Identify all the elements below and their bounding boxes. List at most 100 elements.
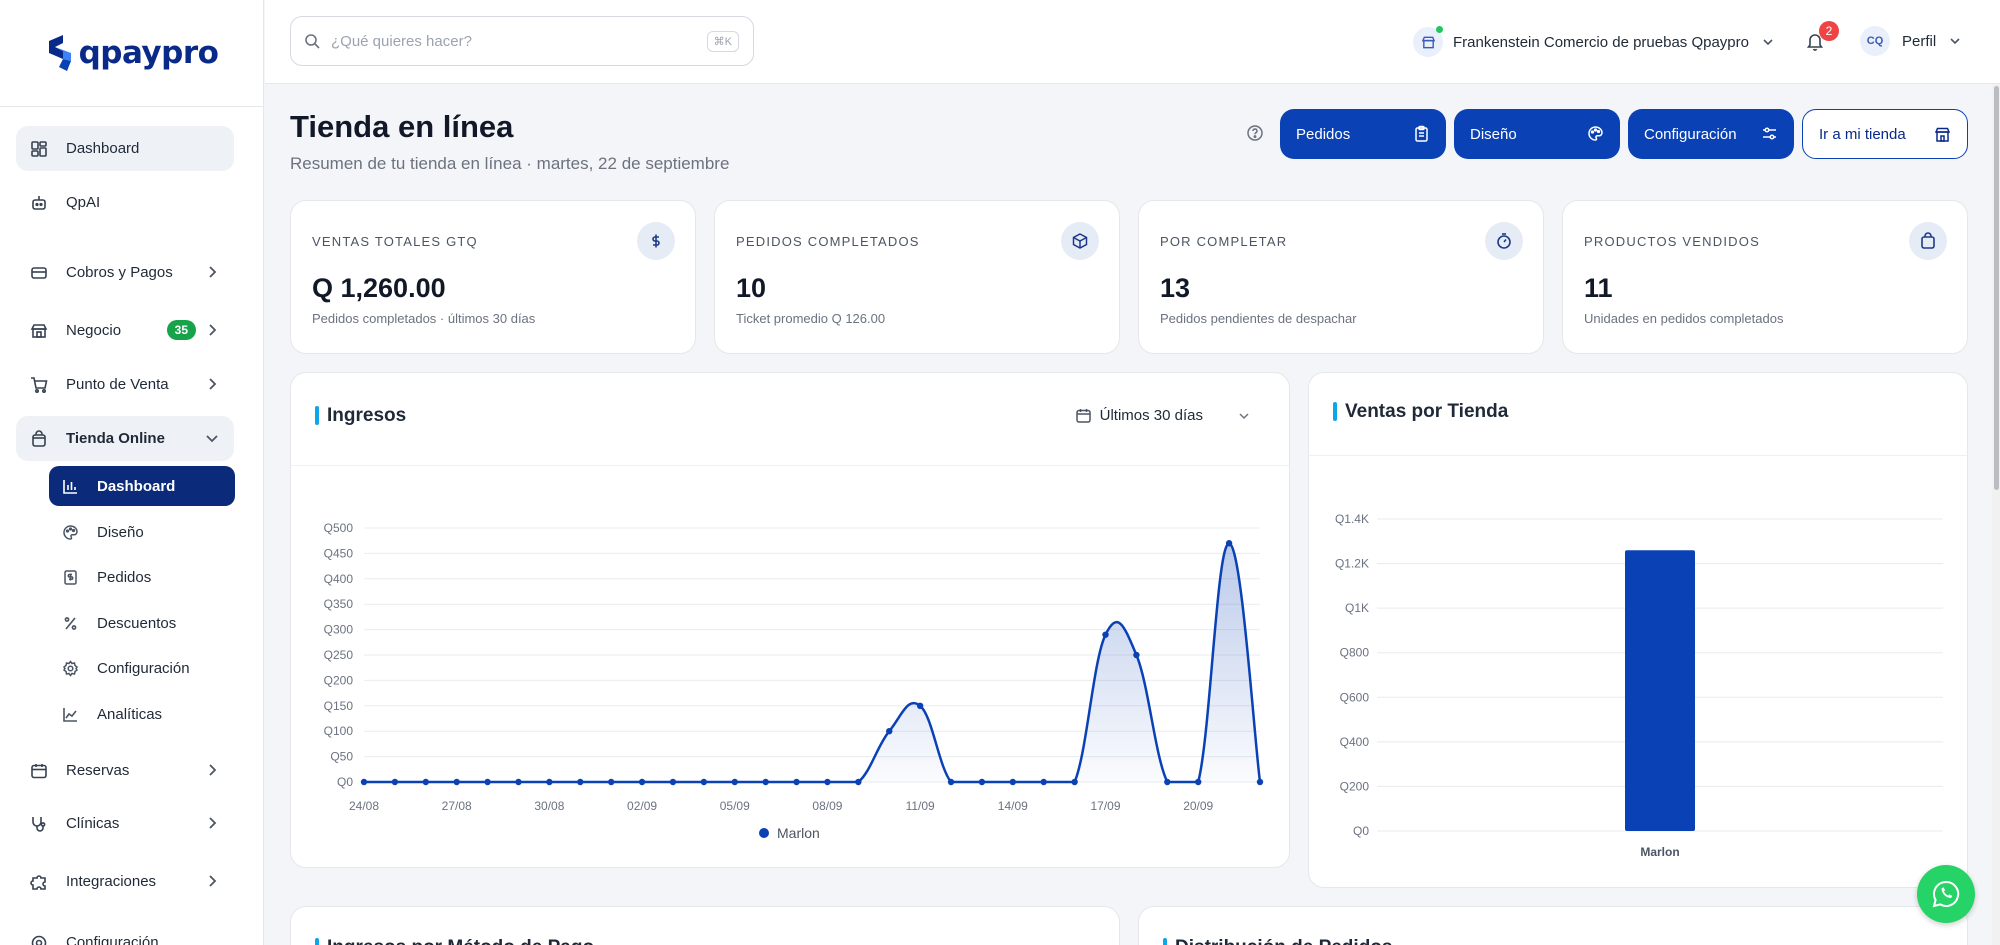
data-point — [793, 778, 800, 786]
sidebar-item-qpai[interactable]: QpAI — [16, 180, 234, 225]
x-tick-label: 14/09 — [998, 799, 1028, 813]
robot-icon — [30, 194, 48, 212]
store-switcher[interactable]: Frankenstein Comercio de pruebas Qpaypro — [1413, 26, 1775, 58]
stat-card-total-sales: VENTAS TOTALES GTQ Q 1,260.00 Pedidos co… — [290, 200, 696, 354]
x-tick-label: 05/09 — [720, 799, 750, 813]
sidebar-item-integraciones[interactable]: Integraciones — [16, 859, 234, 904]
gear-icon — [30, 934, 48, 945]
submenu-item-label: Analíticas — [97, 705, 163, 723]
data-point — [607, 778, 615, 786]
profile-menu[interactable]: CQ Perfil — [1860, 26, 1962, 56]
submenu-item-dashboard[interactable]: Dashboard — [49, 466, 235, 506]
x-tick-label: 24/08 — [349, 799, 379, 813]
x-tick-label: 08/09 — [812, 799, 842, 813]
notification-badge: 2 — [1819, 21, 1839, 41]
ventas-por-tienda-panel: Ventas por Tienda Q0 Q200 Q400 Q600 Q800 Q1K Q… — [1308, 372, 1968, 888]
data-point — [360, 778, 368, 786]
stat-label: VENTAS TOTALES GTQ — [312, 234, 478, 249]
data-point — [577, 778, 584, 786]
bar-chart-icon — [62, 478, 79, 495]
y-tick-label: Q800 — [1340, 646, 1370, 660]
data-point — [1133, 651, 1140, 659]
data-point — [824, 778, 831, 786]
chevron-down-icon — [1948, 34, 1962, 48]
top-bar: ⌘K Frankenstein Comercio de pruebas Qpay… — [265, 0, 2000, 84]
sidebar-item-negocio[interactable]: Negocio 35 — [16, 308, 234, 353]
stat-label: POR COMPLETAR — [1160, 234, 1288, 249]
ingresos-area-chart: Q0 Q50 Q100 Q150 Q200 Q250 Q300 Q350 Q400 Q450 Q50… — [324, 521, 1264, 841]
search-box[interactable]: ⌘K — [290, 16, 754, 66]
orders-button[interactable]: Pedidos — [1280, 109, 1446, 159]
clipboard-icon — [1413, 125, 1430, 142]
submenu-item-analiticas[interactable]: Analíticas — [49, 694, 235, 734]
sidebar-item-label: Reservas — [66, 762, 130, 779]
stat-note: Pedidos pendientes de despachar — [1160, 311, 1357, 326]
y-tick-label: Q0 — [1353, 824, 1369, 838]
stat-note: Pedidos completados · últimos 30 días — [312, 311, 536, 326]
chevron-right-icon — [209, 817, 217, 829]
data-point — [669, 778, 677, 786]
config-button[interactable]: Configuración — [1628, 109, 1794, 159]
stethoscope-icon — [30, 815, 48, 833]
sidebar-item-cobros[interactable]: Cobros y Pagos — [16, 250, 234, 295]
sidebar-item-punto-de-venta[interactable]: Punto de Venta — [16, 362, 234, 407]
scrollbar-thumb[interactable] — [1994, 86, 1999, 490]
search-input[interactable] — [331, 32, 701, 50]
stat-value: 13 — [1160, 273, 1191, 303]
brand-logo[interactable]: qpaypro — [0, 0, 263, 107]
submenu-item-label: Pedidos — [97, 568, 152, 586]
stat-label: PEDIDOS COMPLETADOS — [736, 234, 920, 249]
go-to-store-button[interactable]: Ir a mi tienda — [1802, 109, 1968, 159]
sidebar-item-tienda-online[interactable]: Tienda Online — [16, 416, 234, 461]
y-tick-label: Q1.4K — [1335, 512, 1369, 526]
go-to-store-label: Ir a mi tienda — [1819, 125, 1906, 143]
stat-card-pending: POR COMPLETAR 13 Pedidos pendientes de d… — [1138, 200, 1544, 354]
calendar-icon — [30, 762, 48, 780]
chevron-down-icon — [1761, 35, 1775, 49]
count-badge: 35 — [166, 320, 196, 340]
y-tick-label: Q600 — [1340, 690, 1370, 704]
data-point — [546, 778, 553, 786]
avatar: CQ — [1860, 26, 1890, 56]
shopping-bag-icon — [30, 429, 48, 448]
stat-note: Unidades en pedidos completados — [1584, 311, 1784, 326]
y-tick-label: Q400 — [1340, 735, 1370, 749]
y-tick-label: Q300 — [324, 623, 354, 637]
receipt-icon — [62, 569, 79, 586]
data-point — [1164, 778, 1171, 786]
sidebar-item-clinicas[interactable]: Clínicas — [16, 801, 234, 846]
chevron-right-icon — [209, 378, 217, 390]
y-tick-label: Q450 — [324, 546, 354, 560]
whatsapp-chat-button[interactable] — [1917, 865, 1975, 923]
sidebar-item-dashboard[interactable]: Dashboard — [16, 126, 234, 171]
whatsapp-icon — [1932, 880, 1960, 908]
x-tick-label: 17/09 — [1091, 799, 1121, 813]
config-button-label: Configuración — [1644, 125, 1737, 143]
store-name: Frankenstein Comercio de pruebas Qpaypro — [1453, 33, 1749, 51]
ventas-bar-chart: Q0 Q200 Q400 Q600 Q800 Q1K Q1.2K Q1.4K Marlon — [1335, 512, 1943, 859]
box-icon — [1061, 222, 1099, 260]
x-tick-label: 27/08 — [442, 799, 472, 813]
submenu-item-descuentos[interactable]: Descuentos — [49, 603, 235, 643]
data-point — [1071, 778, 1078, 786]
y-tick-label: Q1K — [1345, 601, 1369, 615]
timer-icon — [1485, 222, 1523, 260]
chevron-down-icon — [206, 435, 218, 443]
design-button[interactable]: Diseño — [1454, 109, 1620, 159]
help-icon[interactable] — [1246, 124, 1264, 142]
data-point — [422, 778, 429, 786]
submenu-item-pedidos[interactable]: Pedidos — [49, 557, 235, 597]
submenu-item-label: Descuentos — [97, 614, 177, 632]
sidebar-item-label: Configuración — [66, 934, 159, 945]
submenu-item-diseno[interactable]: Diseño — [49, 512, 235, 552]
submenu-item-configuracion[interactable]: Configuración — [49, 648, 235, 688]
stat-value: Q 1,260.00 — [312, 273, 446, 303]
page-subtitle: Resumen de tu tienda en línea · martes, … — [290, 154, 730, 173]
data-point — [1102, 631, 1109, 638]
y-tick-label: Q150 — [324, 699, 354, 713]
online-status-dot — [1436, 26, 1443, 33]
chevron-right-icon — [209, 875, 217, 887]
sidebar-item-configuracion[interactable]: Configuración — [16, 920, 234, 945]
storefront-icon — [1934, 126, 1951, 143]
sidebar-item-reservas[interactable]: Reservas — [16, 748, 234, 793]
